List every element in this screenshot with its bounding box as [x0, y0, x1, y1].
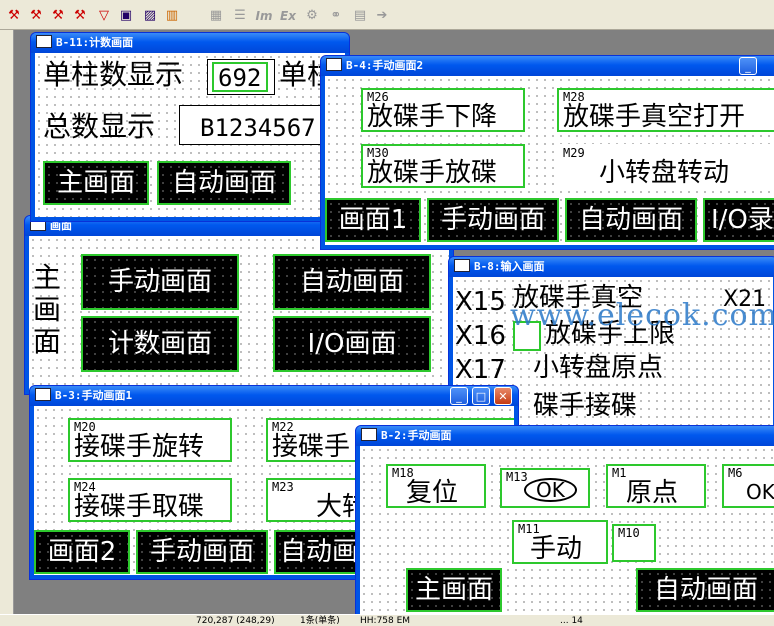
single-count-display: 692 — [207, 59, 275, 95]
status-extra: ... 14 — [560, 616, 583, 626]
window-b4[interactable]: B-4:手动画面2 _ M26 放碟手下降 M28 放碟手真空打开 M30 放碟手放碟… — [320, 55, 774, 250]
single-count-value: 692 — [218, 64, 262, 92]
m11-button[interactable]: M11 手动 — [512, 520, 608, 564]
im-icon[interactable]: Im — [254, 6, 274, 26]
status-coords: 720,287 (248,29) — [196, 616, 275, 626]
m10-lamp[interactable]: M10 — [612, 524, 656, 562]
close-button[interactable]: ✕ — [494, 387, 512, 405]
manual-screen-button[interactable]: 手动画面 — [81, 254, 239, 310]
main-screen-button[interactable]: 主画面 — [43, 161, 149, 205]
grey-icon[interactable]: ▤ — [350, 6, 370, 26]
io-screen-button[interactable]: I/O录 — [703, 198, 774, 242]
left-panel — [0, 30, 14, 626]
main-screen-button[interactable]: 主画面 — [406, 568, 502, 612]
auto-screen-button[interactable]: 自动画面 — [565, 198, 697, 242]
window-title[interactable]: B-8:输入画面 — [449, 257, 774, 277]
count-screen-button[interactable]: 计数画面 — [81, 316, 239, 372]
chart-icon[interactable]: ▨ — [140, 6, 160, 26]
screen2-button[interactable]: 画面2 — [34, 530, 130, 574]
input-text: 碟手接碟 — [533, 391, 638, 421]
window-icon — [36, 35, 52, 48]
side-label: 主画面 — [33, 261, 62, 358]
tool-icon[interactable]: ⚒ — [48, 6, 68, 26]
watermark: www.elecok.com — [510, 298, 774, 333]
grey-icon[interactable]: ▦ — [206, 6, 226, 26]
window-icon — [454, 259, 470, 272]
minimize-button[interactable]: _ — [450, 387, 468, 405]
status-size: HH:758 EM — [360, 616, 411, 626]
m30-button[interactable]: M30 放碟手放碟 — [361, 144, 525, 188]
window-title[interactable]: B-3:手动画面1 — [30, 386, 518, 406]
m28-button[interactable]: M28 放碟手真空打开 — [557, 88, 774, 132]
binoculars-icon[interactable]: ⚭ — [326, 6, 346, 26]
io-screen-button[interactable]: I/O画面 — [273, 316, 431, 372]
status-mode: 1条(单条) — [300, 616, 340, 626]
single-count-label: 单柱数显示 — [43, 58, 184, 91]
manual-screen-button[interactable]: 手动画面 — [427, 198, 559, 242]
tag-icon[interactable]: ▽ — [94, 6, 114, 26]
input-label: X17 — [455, 355, 506, 385]
window-icon — [361, 428, 377, 441]
m1-button[interactable]: M1 原点 — [606, 464, 706, 508]
ex-icon[interactable]: Ex — [278, 6, 298, 26]
m13-lamp[interactable]: M13 OK — [500, 468, 590, 508]
screen1-button[interactable]: 画面1 — [325, 198, 421, 242]
window-title[interactable]: B-11:计数画面 — [31, 33, 349, 53]
window-b2[interactable]: B-2:手动画面 M18 复位 M13 OK M1 原点 M6 OK M11 手动 M10… — [355, 425, 774, 620]
toolbar: ⚒ ⚒ ⚒ ⚒ ▽ ▣ ▨ ▥ ▦ ☰ Im Ex ⚙ ⚭ ▤ ➔ — [0, 0, 774, 30]
grey-icon[interactable]: ⚙ — [302, 6, 322, 26]
input-text: 小转盘原点 — [533, 353, 664, 383]
window-icon — [326, 58, 342, 71]
m20-button[interactable]: M20 接碟手旋转 — [68, 418, 232, 462]
status-bar: 720,287 (248,29) 1条(单条) HH:758 EM ... 14 — [0, 614, 774, 626]
tool-icon[interactable]: ⚒ — [26, 6, 46, 26]
tool-icon[interactable]: ⚒ — [4, 6, 24, 26]
tool-icon[interactable]: ⚒ — [70, 6, 90, 26]
m26-button[interactable]: M26 放碟手下降 — [361, 88, 525, 132]
window-title[interactable]: B-2:手动画面 — [356, 426, 774, 446]
m24-button[interactable]: M24 接碟手取碟 — [68, 478, 232, 522]
m6-lamp[interactable]: M6 OK — [722, 464, 774, 508]
total-count-value: B1234567 — [200, 114, 316, 142]
minimize-button[interactable]: _ — [739, 57, 757, 75]
maximize-button[interactable]: □ — [472, 387, 490, 405]
window-title[interactable]: B-4:手动画面2 — [321, 56, 774, 76]
input-label: X15 — [455, 287, 506, 317]
window-icon — [35, 388, 51, 401]
window-b11[interactable]: B-11:计数画面 单柱数显示 692 单柱 总数显示 B1234567 主画面… — [30, 32, 350, 222]
grey-icon[interactable]: ☰ — [230, 6, 250, 26]
arrow-icon[interactable]: ➔ — [372, 6, 392, 26]
total-count-label: 总数显示 — [43, 110, 156, 143]
bar-icon[interactable]: ▥ — [162, 6, 182, 26]
auto-screen-button[interactable]: 自动画面 — [273, 254, 431, 310]
m18-button[interactable]: M18 复位 — [386, 464, 486, 508]
manual-screen-button[interactable]: 手动画面 — [136, 530, 268, 574]
bitmap-icon[interactable]: ▣ — [116, 6, 136, 26]
m29-button[interactable]: M29 小转盘转动 — [557, 144, 774, 188]
input-label: X16 — [455, 321, 506, 351]
auto-screen-button[interactable]: 自动画面 — [636, 568, 774, 612]
auto-screen-button[interactable]: 自动画面 — [157, 161, 291, 205]
